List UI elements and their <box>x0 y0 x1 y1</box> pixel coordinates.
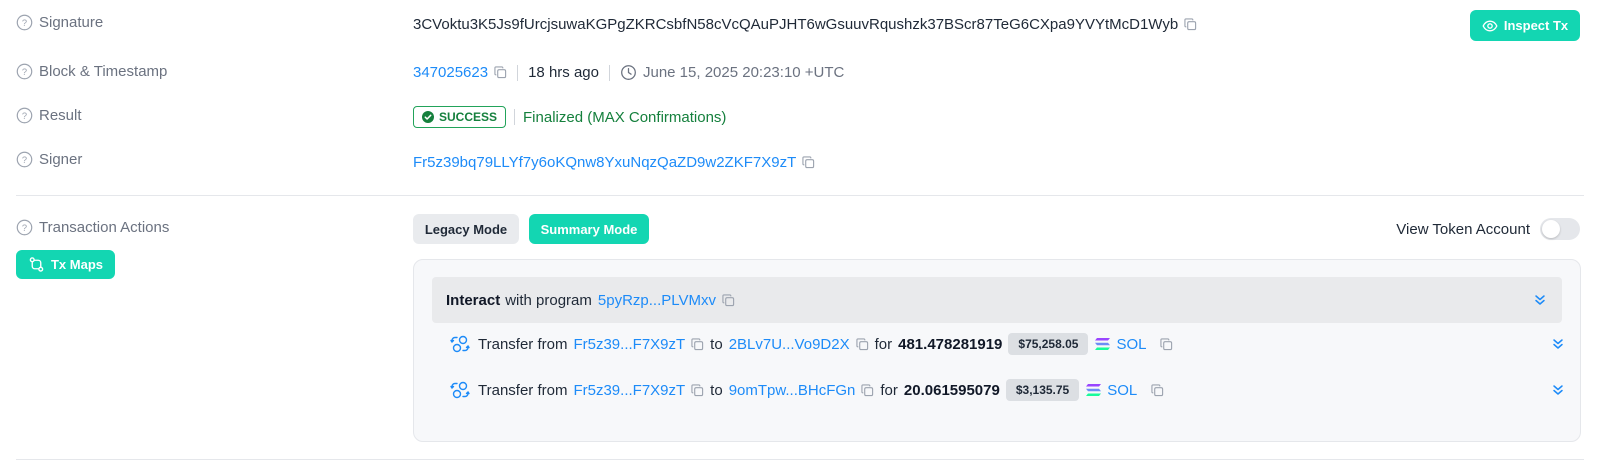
signature-label-wrap: ? Signature <box>16 14 103 31</box>
signer-label-wrap: ? Signer <box>16 151 82 168</box>
svg-text:?: ? <box>22 223 27 233</box>
help-icon[interactable]: ? <box>16 219 33 236</box>
block-timestamp: June 15, 2025 20:23:10 +UTC <box>642 64 845 81</box>
usd-value-badge: $75,258.05 <box>1008 333 1089 355</box>
svg-text:?: ? <box>22 18 27 28</box>
divider <box>517 64 519 81</box>
copy-icon[interactable] <box>855 337 869 351</box>
transfer-row: Transfer from Fr5z39...F7X9zT to 9omTpw.… <box>450 378 1164 402</box>
copy-icon[interactable] <box>802 156 815 169</box>
transfer-prefix: Transfer from <box>478 335 568 353</box>
interact-verb: Interact <box>446 291 501 309</box>
to-address-link[interactable]: 9omTpw...BHcFGn <box>729 382 856 399</box>
tx-maps-button[interactable]: Tx Maps <box>16 250 115 279</box>
program-link[interactable]: 5pyRzp...PLVMxv <box>598 292 716 309</box>
help-icon[interactable]: ? <box>16 63 33 80</box>
inspect-tx-label: Inspect Tx <box>1503 18 1569 33</box>
check-circle-icon <box>422 111 434 123</box>
usd-value-badge: $3,135.75 <box>1005 379 1080 401</box>
interact-row[interactable]: Interact with program 5pyRzp...PLVMxv <box>432 277 1562 323</box>
tx-maps-label: Tx Maps <box>50 257 103 272</box>
actions-panel: Interact with program 5pyRzp...PLVMxv Tr… <box>413 259 1581 442</box>
tx-actions-label-wrap: ? Transaction Actions <box>16 219 169 236</box>
chevron-double-down-icon[interactable] <box>1552 384 1564 396</box>
summary-mode-button[interactable]: Summary Mode <box>529 214 649 244</box>
block-number-link[interactable]: 347025623 <box>413 64 488 81</box>
help-icon[interactable]: ? <box>16 14 33 31</box>
signer-value-wrap: Fr5z39bq79LLYf7y6oKQnw8YxuNqzQaZD9w2ZKF7… <box>413 154 815 171</box>
chevron-double-down-icon[interactable] <box>1552 338 1564 350</box>
clock-icon <box>621 65 636 80</box>
transfer-amount: 481.478281919 <box>898 335 1003 353</box>
result-label-wrap: ? Result <box>16 107 82 124</box>
section-divider <box>16 459 1584 460</box>
result-label: Result <box>39 107 82 124</box>
block-label-wrap: ? Block & Timestamp <box>16 63 167 80</box>
help-icon[interactable]: ? <box>16 151 33 168</box>
signature-label: Signature <box>39 14 104 31</box>
copy-icon[interactable] <box>691 337 704 351</box>
to-word: to <box>710 335 723 353</box>
route-icon <box>29 257 44 272</box>
from-address-link[interactable]: Fr5z39...F7X9zT <box>573 336 685 353</box>
copy-icon[interactable] <box>1160 337 1173 351</box>
result-value-wrap: SUCCESS Finalized (MAX Confirmations) <box>413 106 726 128</box>
copy-icon[interactable] <box>1184 18 1197 31</box>
signature-value-wrap: 3CVoktu3K5Js9fUrcjsuwaKGPgZKRCsbfN58cVcQ… <box>413 16 1197 33</box>
to-word: to <box>710 381 723 399</box>
from-address-link[interactable]: Fr5z39...F7X9zT <box>573 382 685 399</box>
token-link[interactable]: SOL <box>1116 336 1146 353</box>
finality-text: Finalized (MAX Confirmations) <box>523 108 727 126</box>
for-word: for <box>880 381 898 399</box>
copy-icon[interactable] <box>722 293 735 307</box>
transfer-icon <box>450 381 470 399</box>
status-text: SUCCESS <box>439 110 498 124</box>
block-age: 18 hrs ago <box>528 64 599 81</box>
token-link[interactable]: SOL <box>1107 382 1137 399</box>
interact-text: with program <box>505 291 592 309</box>
view-token-account: View Token Account <box>1396 218 1580 240</box>
transfer-row: Transfer from Fr5z39...F7X9zT to 2BLv7U.… <box>450 332 1173 356</box>
solana-icon <box>1095 338 1111 350</box>
eye-icon <box>1482 20 1498 31</box>
signer-address-link[interactable]: Fr5z39bq79LLYf7y6oKQnw8YxuNqzQaZD9w2ZKF7… <box>413 154 796 171</box>
transfer-icon <box>450 335 470 353</box>
status-badge: SUCCESS <box>413 106 507 128</box>
copy-icon[interactable] <box>691 383 704 397</box>
signature-value: 3CVoktu3K5Js9fUrcjsuwaKGPgZKRCsbfN58cVcQ… <box>413 16 1179 33</box>
to-address-link[interactable]: 2BLv7U...Vo9D2X <box>729 336 850 353</box>
chevron-double-down-icon[interactable] <box>1534 294 1546 306</box>
for-word: for <box>874 335 893 353</box>
view-token-account-label: View Token Account <box>1396 220 1530 238</box>
legacy-mode-button[interactable]: Legacy Mode <box>413 214 519 244</box>
svg-text:?: ? <box>22 155 27 165</box>
divider <box>514 109 516 125</box>
inspect-tx-button[interactable]: Inspect Tx <box>1470 10 1580 41</box>
block-value-wrap: 347025623 18 hrs ago June 15, 2025 20:23… <box>413 64 844 81</box>
signer-label: Signer <box>39 151 83 168</box>
svg-text:?: ? <box>22 67 27 77</box>
tx-actions-label: Transaction Actions <box>39 219 170 236</box>
section-divider <box>16 195 1584 196</box>
help-icon[interactable]: ? <box>16 107 33 124</box>
copy-icon[interactable] <box>1151 383 1164 397</box>
view-token-account-toggle[interactable] <box>1540 218 1580 240</box>
copy-icon[interactable] <box>861 383 874 397</box>
transfer-prefix: Transfer from <box>478 381 568 399</box>
block-label: Block & Timestamp <box>39 63 168 80</box>
svg-text:?: ? <box>22 111 27 121</box>
solana-icon <box>1086 384 1102 396</box>
transfer-amount: 20.061595079 <box>903 381 1000 399</box>
divider <box>608 64 610 81</box>
copy-icon[interactable] <box>494 66 507 79</box>
